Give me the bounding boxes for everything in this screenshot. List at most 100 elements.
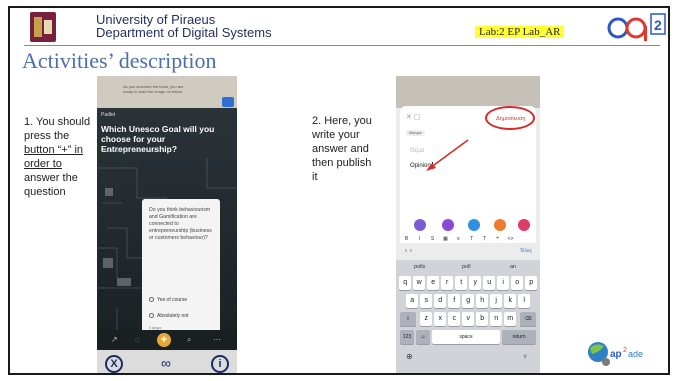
backspace-key[interactable]: ⌫ [520,312,536,326]
key-z[interactable]: z [420,312,433,326]
numbers-key[interactable]: 123 [400,330,414,344]
info-icon[interactable]: i [211,355,229,373]
step1-line: 1. You should [24,116,91,128]
red-arrow-icon [426,139,469,171]
attach-icon[interactable] [414,219,426,231]
keyboard-row: qwertyuiop [396,276,540,292]
key-b[interactable]: b [476,312,489,326]
key-a[interactable]: a [406,294,419,308]
key-c[interactable]: c [448,312,461,326]
step2-caption: 2. Here, you write your answer and then … [312,114,396,184]
microphone-icon[interactable]: ♆ [522,352,528,361]
key-t[interactable]: t [455,276,468,290]
code-button[interactable]: <> [504,236,517,242]
ap2ade-logo: ap 2 ade [588,342,643,366]
close-icon[interactable]: X [105,355,123,373]
key-n[interactable]: n [490,312,503,326]
department-name: Department of Digital Systems [96,25,272,40]
globe-icon[interactable]: ⊕ [406,352,413,361]
key-u[interactable]: u [483,276,496,290]
link-icon[interactable]: ∞ [151,356,181,370]
attachment-toolbar [400,217,536,235]
step1-line: button “+” in [24,144,84,156]
key-d[interactable]: d [434,294,447,308]
more-icon[interactable] [518,219,530,231]
close-icon[interactable]: ✕ ▢ [406,113,420,121]
step1-line: question [24,186,66,198]
key-v[interactable]: v [462,312,475,326]
keyboard-row: 123 ☺ space return [396,330,540,346]
shift-key[interactable]: ⇧ [400,312,416,326]
step1-line: answer the [24,172,78,184]
chevron-icon[interactable]: ∧ ∨ [404,248,413,254]
key-m[interactable]: m [504,312,517,326]
key-s[interactable]: s [420,294,433,308]
key-f[interactable]: f [448,294,461,308]
emoji-key[interactable]: ☺ [416,330,430,344]
poll-option[interactable]: Absolutely not [149,313,188,319]
step1-line: press the [24,130,70,142]
step2-line: then publish [312,157,372,169]
camera-icon[interactable] [442,219,454,231]
publish-button[interactable]: Δημοσίευση [496,116,526,122]
key-w[interactable]: w [413,276,426,290]
key-x[interactable]: x [434,312,447,326]
suggestion[interactable]: an [510,264,516,270]
done-button[interactable]: Τέλος [520,248,532,254]
svg-text:ade: ade [628,349,643,359]
step2-line: write your [312,129,360,141]
more-icon[interactable]: ⋯ [213,335,221,344]
search-icon[interactable]: ⌕ [187,335,191,345]
step1-caption: 1. You should press the button “+” in or… [24,115,96,199]
book-photo [396,76,540,108]
padlet-post-card[interactable]: Do you think behaviourism and Gamificati… [142,199,220,336]
return-key[interactable]: return [502,330,536,344]
ap2-superscript: 2 [654,17,662,33]
svg-text:2: 2 [623,347,627,354]
key-o[interactable]: o [511,276,524,290]
quote-button[interactable]: ❝ [491,236,504,242]
book-photo: As you scanned the book, you are ready to… [97,76,237,108]
slide: University of Piraeus Department of Digi… [8,6,670,375]
strike-button[interactable]: S [426,236,439,242]
post-text: Do you think behaviourism and Gamificati… [149,207,212,241]
ios-keyboard: polls poll an qwertyuiop asdfghjkl ⇧ ⌫ z… [396,260,540,373]
list-button[interactable]: ≡ [452,236,465,242]
table-button[interactable]: ▦ [439,236,452,242]
key-q[interactable]: q [399,276,412,290]
link-icon[interactable] [494,219,506,231]
university-logo [30,12,56,42]
step2-line: it [312,171,318,183]
key-i[interactable]: i [497,276,510,290]
suggestion[interactable]: poll [462,264,471,270]
italic-button[interactable]: I [413,236,426,242]
header-divider [24,45,660,46]
page-title: Activities’ description [22,48,217,73]
step2-line: answer and [312,143,369,155]
subheading-button[interactable]: T [478,236,491,242]
format-toolbar: B I S ▦ ≡ T T ❝ <> [400,236,536,248]
bold-button[interactable]: B [400,236,413,242]
key-y[interactable]: y [469,276,482,290]
add-post-button[interactable]: + [157,333,171,347]
padlet-board: Padlet Which Unesco Goal will you choose… [97,108,237,336]
key-e[interactable]: e [427,276,440,290]
camera-icon [222,97,234,107]
bell-icon[interactable]: ◌ [135,335,140,344]
key-j[interactable]: j [490,294,503,308]
key-p[interactable]: p [525,276,538,290]
share-icon[interactable]: ↗ [111,335,118,344]
heading-button[interactable]: T [465,236,478,242]
space-key[interactable]: space [432,330,500,344]
poll-option[interactable]: Yes of course [149,297,187,303]
key-r[interactable]: r [441,276,454,290]
photo-icon[interactable] [468,219,480,231]
suggestion[interactable]: polls [414,264,425,270]
university-heading: University of Piraeus Department of Digi… [96,13,272,39]
step1-line: order to [24,158,62,170]
key-h[interactable]: h [476,294,489,308]
key-k[interactable]: k [504,294,517,308]
key-l[interactable]: l [518,294,531,308]
key-g[interactable]: g [462,294,475,308]
svg-text:ap: ap [610,349,622,360]
